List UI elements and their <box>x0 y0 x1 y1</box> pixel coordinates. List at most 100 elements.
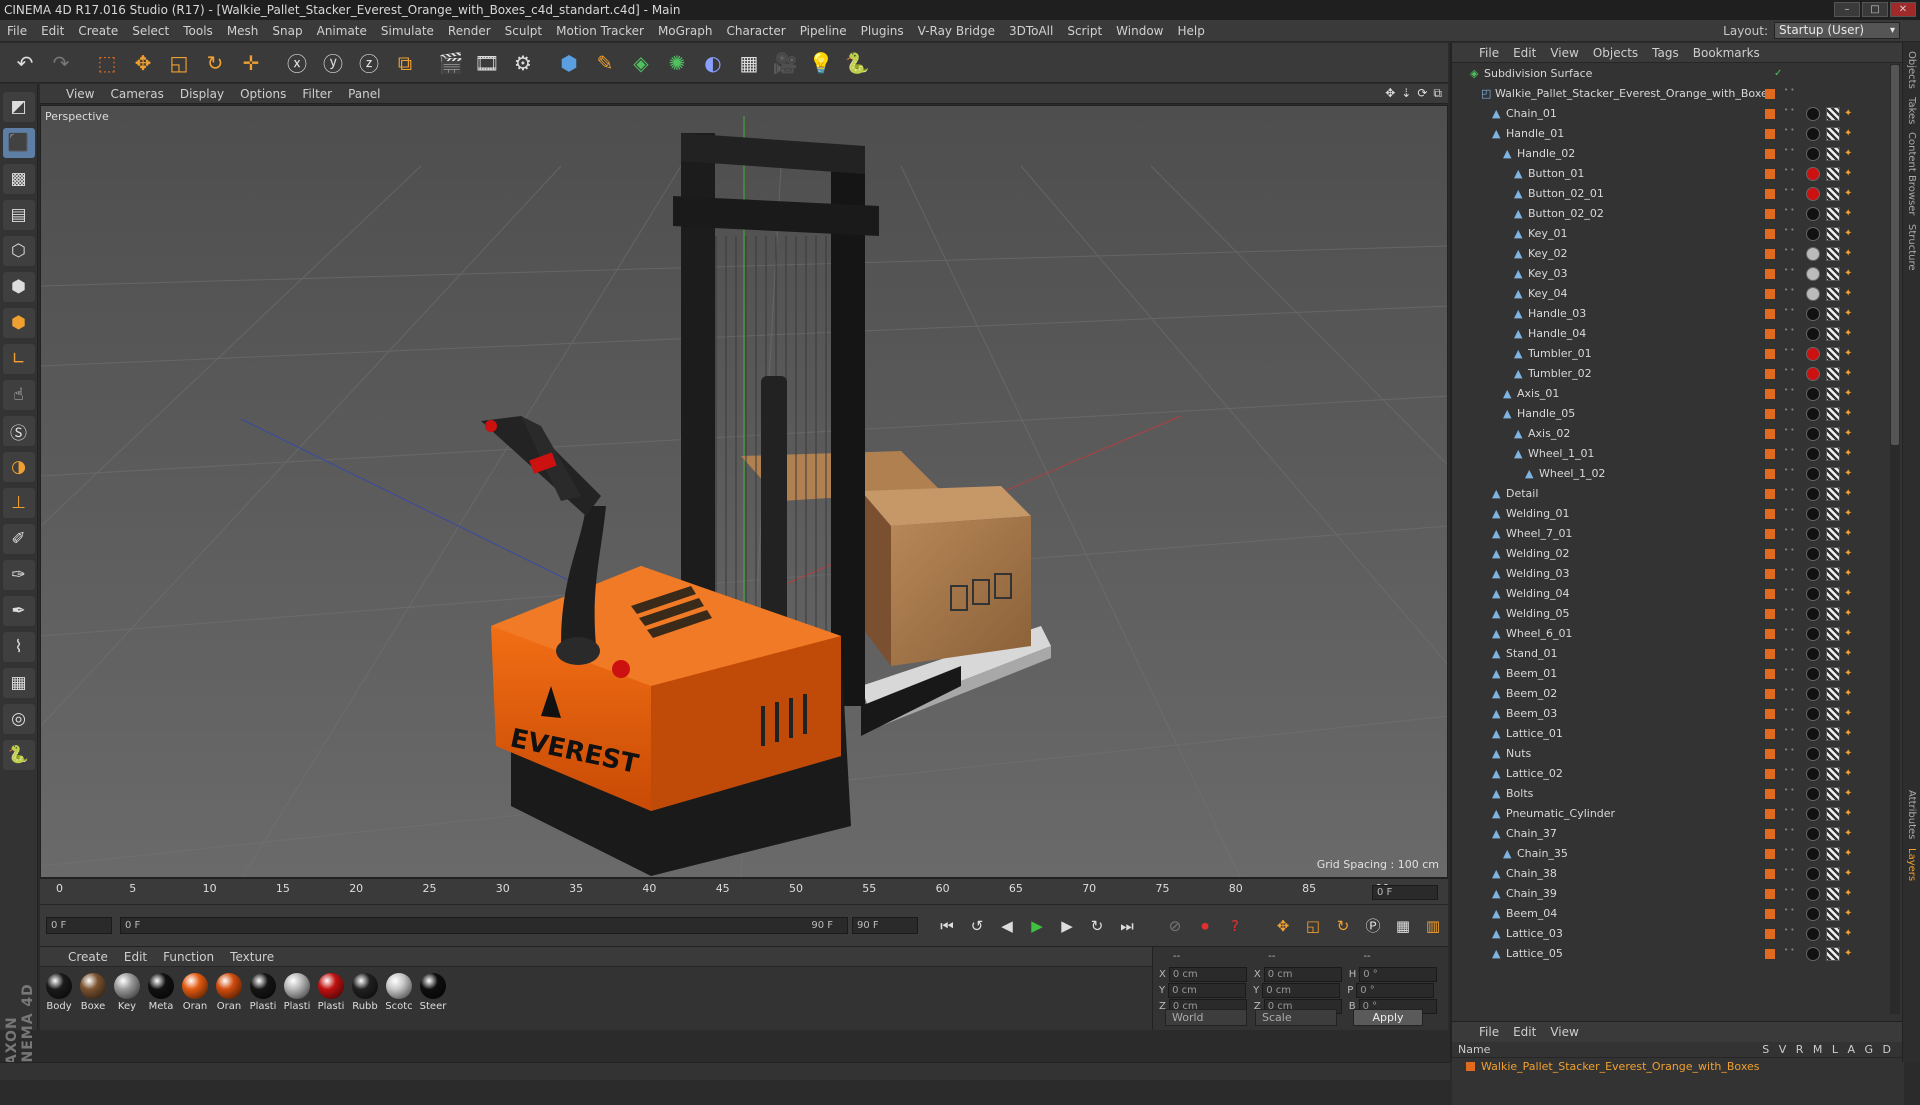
layer-tag-icon[interactable] <box>1765 689 1775 699</box>
layer-tag-icon[interactable] <box>1765 849 1775 859</box>
material-tag-icon[interactable] <box>1806 807 1820 821</box>
layer-tag-icon[interactable] <box>1765 909 1775 919</box>
object-row[interactable]: ▲Tumbler_01• •✦ <box>1452 344 1888 364</box>
material-tag-icon[interactable] <box>1806 647 1820 661</box>
material-tag-icon[interactable] <box>1806 127 1820 141</box>
material-tag-icon[interactable] <box>1806 487 1820 501</box>
texture-tag-icon[interactable] <box>1826 547 1840 561</box>
menu-select[interactable]: Select <box>125 20 176 42</box>
object-row[interactable]: ▲Chain_37• •✦ <box>1452 824 1888 844</box>
coordinate-field[interactable]: 0 cm <box>1168 983 1246 998</box>
material-tag-icon[interactable] <box>1806 927 1820 941</box>
phong-tag-icon[interactable]: ✦ <box>1844 704 1852 724</box>
tweak-icon[interactable]: ☝ <box>3 380 35 410</box>
side-tab-takes[interactable]: Takes <box>1906 97 1917 124</box>
layer-tag-icon[interactable] <box>1765 489 1775 499</box>
redo-icon[interactable]: ↷ <box>44 46 78 80</box>
workplane-icon[interactable]: ▤ <box>3 200 35 230</box>
phong-tag-icon[interactable]: ✦ <box>1844 724 1852 744</box>
undo-icon[interactable]: ↶ <box>8 46 42 80</box>
y-axis-icon[interactable]: ⓨ <box>316 46 350 80</box>
timeline-ruler[interactable]: 051015202530354045505560657075808590 0 F <box>40 878 1448 904</box>
texture-tag-icon[interactable] <box>1826 307 1840 321</box>
viewport-menu-cameras[interactable]: Cameras <box>102 87 171 101</box>
visibility-dots[interactable]: • • <box>1784 247 1788 254</box>
object-row[interactable]: ▲Handle_04• •✦ <box>1452 324 1888 344</box>
render-view-icon[interactable]: 🎬 <box>434 46 468 80</box>
material-tag-icon[interactable] <box>1806 367 1820 381</box>
orbit-icon[interactable]: ⟳ <box>1417 86 1427 101</box>
start-frame-field[interactable]: 0 F <box>46 917 112 934</box>
brush-icon[interactable]: ✐ <box>3 524 35 554</box>
menu-3dtoall[interactable]: 3DToAll <box>1002 20 1060 42</box>
visibility-dots[interactable]: • • <box>1784 307 1788 314</box>
menu-snap[interactable]: Snap <box>265 20 309 42</box>
visibility-dots[interactable]: • • <box>1784 947 1788 954</box>
menu-file[interactable]: File <box>0 20 34 42</box>
material-tag-icon[interactable] <box>1806 387 1820 401</box>
menu-tools[interactable]: Tools <box>176 20 220 42</box>
texture-tag-icon[interactable] <box>1826 567 1840 581</box>
material-swatch[interactable]: Plasti <box>282 973 312 1012</box>
edges-mode-icon[interactable]: ⬢ <box>3 272 35 302</box>
object-menu-edit[interactable]: Edit <box>1506 46 1543 60</box>
phong-tag-icon[interactable]: ✦ <box>1844 824 1852 844</box>
material-tag-icon[interactable] <box>1806 227 1820 241</box>
visibility-dots[interactable]: • • <box>1784 387 1788 394</box>
object-row[interactable]: ▲Chain_38• •✦ <box>1452 864 1888 884</box>
visibility-dots[interactable]: • • <box>1784 107 1788 114</box>
layer-tag-icon[interactable] <box>1765 149 1775 159</box>
texture-tag-icon[interactable] <box>1826 227 1840 241</box>
object-row[interactable]: ▲Wheel_6_01• •✦ <box>1452 624 1888 644</box>
play-icon[interactable]: ▶ <box>1024 913 1050 939</box>
texture-tag-icon[interactable] <box>1826 127 1840 141</box>
texture-tag-icon[interactable] <box>1826 887 1840 901</box>
transform-mode-dropdown[interactable]: Scale <box>1255 1009 1337 1026</box>
autokey-icon[interactable]: ? <box>1222 913 1248 939</box>
object-row[interactable]: ▲Detail• •✦ <box>1452 484 1888 504</box>
perspective-viewport[interactable]: EVEREST Perspective Grid Spacing : 100 c… <box>40 105 1448 878</box>
visibility-dots[interactable]: • • <box>1784 587 1788 594</box>
current-frame-field[interactable]: 0 F <box>1372 885 1438 900</box>
coordinate-field[interactable]: 0 cm <box>1262 983 1340 998</box>
object-row[interactable]: ▲Button_01• •✦ <box>1452 164 1888 184</box>
material-tag-icon[interactable] <box>1806 567 1820 581</box>
material-tag-icon[interactable] <box>1806 747 1820 761</box>
dolly-icon[interactable]: ⇣ <box>1401 86 1411 101</box>
phong-tag-icon[interactable]: ✦ <box>1844 684 1852 704</box>
object-row[interactable]: ▲Key_01• •✦ <box>1452 224 1888 244</box>
grid-lock-icon[interactable]: ▦ <box>3 668 35 698</box>
z-axis-icon[interactable]: ⓩ <box>352 46 386 80</box>
material-tag-icon[interactable] <box>1806 287 1820 301</box>
visibility-dots[interactable]: • • <box>1784 627 1788 634</box>
go-to-start-icon[interactable]: ⏮ <box>934 913 960 939</box>
x-axis-icon[interactable]: ⓧ <box>280 46 314 80</box>
viewport-menu-view[interactable]: View <box>58 87 102 101</box>
material-tag-icon[interactable] <box>1806 587 1820 601</box>
texture-tag-icon[interactable] <box>1826 507 1840 521</box>
visibility-dots[interactable]: • • <box>1784 487 1788 494</box>
material-tag-icon[interactable] <box>1806 687 1820 701</box>
texture-tag-icon[interactable] <box>1826 207 1840 221</box>
visibility-dots[interactable]: • • <box>1784 767 1788 774</box>
smooth-icon[interactable]: ✒ <box>3 596 35 626</box>
menu-mesh[interactable]: Mesh <box>220 20 266 42</box>
phong-tag-icon[interactable]: ✦ <box>1844 264 1852 284</box>
layout-dropdown[interactable]: Startup (User) <box>1774 22 1900 39</box>
material-tag-icon[interactable] <box>1806 527 1820 541</box>
coordinate-field[interactable]: 0 ° <box>1356 983 1434 998</box>
visibility-dots[interactable]: • • <box>1784 807 1788 814</box>
object-menu-tags[interactable]: Tags <box>1645 46 1686 60</box>
phong-tag-icon[interactable]: ✦ <box>1844 184 1852 204</box>
phong-tag-icon[interactable]: ✦ <box>1844 604 1852 624</box>
material-menu-function[interactable]: Function <box>155 950 222 964</box>
menu-motion-tracker[interactable]: Motion Tracker <box>549 20 651 42</box>
object-row[interactable]: ▲Welding_04• •✦ <box>1452 584 1888 604</box>
phong-tag-icon[interactable]: ✦ <box>1844 204 1852 224</box>
phong-tag-icon[interactable]: ✦ <box>1844 404 1852 424</box>
material-swatch[interactable]: Oran <box>214 973 244 1012</box>
object-row[interactable]: ▲Lattice_05• •✦ <box>1452 944 1888 964</box>
visibility-dots[interactable]: • • <box>1784 427 1788 434</box>
phong-tag-icon[interactable]: ✦ <box>1844 624 1852 644</box>
layer-row[interactable]: Walkie_Pallet_Stacker_Everest_Orange_wit… <box>1452 1058 1904 1074</box>
